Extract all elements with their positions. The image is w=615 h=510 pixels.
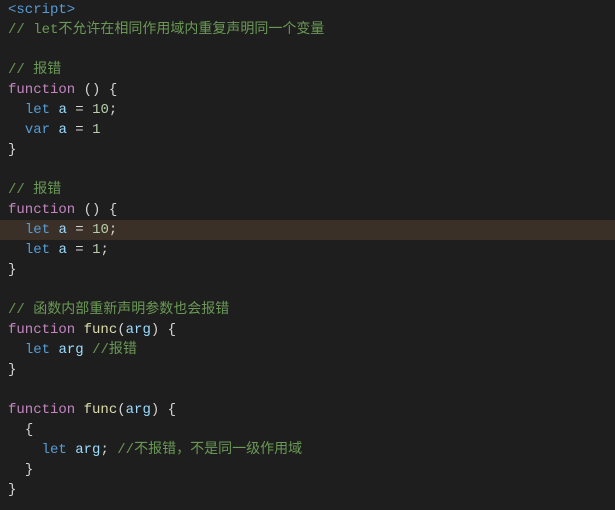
code-text: ) {	[151, 400, 176, 420]
code-line	[0, 40, 615, 60]
code-text: =	[67, 240, 92, 260]
indent	[8, 100, 25, 120]
indent	[8, 240, 25, 260]
script-tag: <script>	[8, 0, 75, 20]
close-brace: }	[8, 360, 16, 380]
indent	[8, 420, 25, 440]
keyword-var: var	[25, 120, 50, 140]
code-line: function func ( arg ) {	[0, 320, 615, 340]
code-line: var a = 1	[0, 120, 615, 140]
code-line: function func ( arg ) {	[0, 400, 615, 420]
code-line: <script>	[0, 0, 615, 20]
code-text: =	[67, 100, 92, 120]
code-line: }	[0, 460, 615, 480]
code-text	[75, 320, 83, 340]
close-brace: }	[8, 260, 16, 280]
func-name: func	[84, 400, 118, 420]
open-brace: {	[25, 420, 33, 440]
keyword-let: let	[25, 100, 50, 120]
func-name: func	[84, 320, 118, 340]
comment-text: // 函数内部重新声明参数也会报错	[8, 300, 229, 320]
var-arg: arg	[75, 440, 100, 460]
var-a: a	[58, 100, 66, 120]
code-text: ;	[109, 220, 117, 240]
var-a: a	[58, 220, 66, 240]
code-text	[50, 220, 58, 240]
code-line: {	[0, 420, 615, 440]
keyword-let: let	[42, 440, 67, 460]
code-text	[75, 400, 83, 420]
close-brace: }	[25, 460, 33, 480]
code-text: ;	[109, 100, 117, 120]
code-text: (	[117, 400, 125, 420]
close-brace: }	[8, 480, 16, 500]
code-line: // 报错	[0, 180, 615, 200]
code-text: ) {	[151, 320, 176, 340]
param-arg: arg	[126, 400, 151, 420]
code-line: // 报错	[0, 60, 615, 80]
close-brace: }	[8, 140, 16, 160]
indent	[8, 340, 25, 360]
keyword-function: function	[8, 400, 75, 420]
code-line: let a = 10 ;	[0, 100, 615, 120]
code-text: ;	[100, 440, 117, 460]
comment-text: // let不允许在相同作用域内重复声明同一个变量	[8, 20, 324, 40]
code-text	[50, 340, 58, 360]
code-text: =	[67, 120, 92, 140]
code-text	[84, 340, 92, 360]
code-text: ;	[100, 240, 108, 260]
code-line: }	[0, 140, 615, 160]
code-line: let arg ; //不报错，不是同一级作用域	[0, 440, 615, 460]
code-text: () {	[75, 80, 117, 100]
code-line: }	[0, 260, 615, 280]
comment-error: //报错	[92, 340, 137, 360]
num-10: 10	[92, 220, 109, 240]
var-a: a	[58, 120, 66, 140]
param-arg: arg	[126, 320, 151, 340]
code-text	[67, 440, 75, 460]
code-line: function () {	[0, 80, 615, 100]
indent	[8, 460, 25, 480]
keyword-function: function	[8, 200, 75, 220]
code-text: =	[67, 220, 92, 240]
code-text	[50, 120, 58, 140]
keyword-let: let	[25, 340, 50, 360]
code-line: function () {	[0, 200, 615, 220]
comment-ok: //不报错，不是同一级作用域	[117, 440, 302, 460]
code-line: }	[0, 360, 615, 380]
code-line	[0, 280, 615, 300]
keyword-let: let	[25, 220, 50, 240]
code-editor: <script> // let不允许在相同作用域内重复声明同一个变量 // 报错…	[0, 0, 615, 510]
code-line: }	[0, 480, 615, 500]
code-text	[50, 100, 58, 120]
keyword-let: let	[25, 240, 50, 260]
code-line	[0, 160, 615, 180]
code-text	[50, 240, 58, 260]
indent	[8, 120, 25, 140]
code-text: () {	[75, 200, 117, 220]
indent	[8, 220, 25, 240]
code-line-highlighted: let a = 10 ;	[0, 220, 615, 240]
num-1: 1	[92, 120, 100, 140]
num-1: 1	[92, 240, 100, 260]
code-line: // let不允许在相同作用域内重复声明同一个变量	[0, 20, 615, 40]
code-line: let arg //报错	[0, 340, 615, 360]
var-a: a	[58, 240, 66, 260]
code-line: // 函数内部重新声明参数也会报错	[0, 300, 615, 320]
num-10: 10	[92, 100, 109, 120]
keyword-function: function	[8, 80, 75, 100]
comment-text: // 报错	[8, 180, 61, 200]
code-text: (	[117, 320, 125, 340]
code-line	[0, 380, 615, 400]
code-line: let a = 1 ;	[0, 240, 615, 260]
keyword-function: function	[8, 320, 75, 340]
comment-text: // 报错	[8, 60, 61, 80]
indent	[8, 440, 42, 460]
var-arg: arg	[58, 340, 83, 360]
